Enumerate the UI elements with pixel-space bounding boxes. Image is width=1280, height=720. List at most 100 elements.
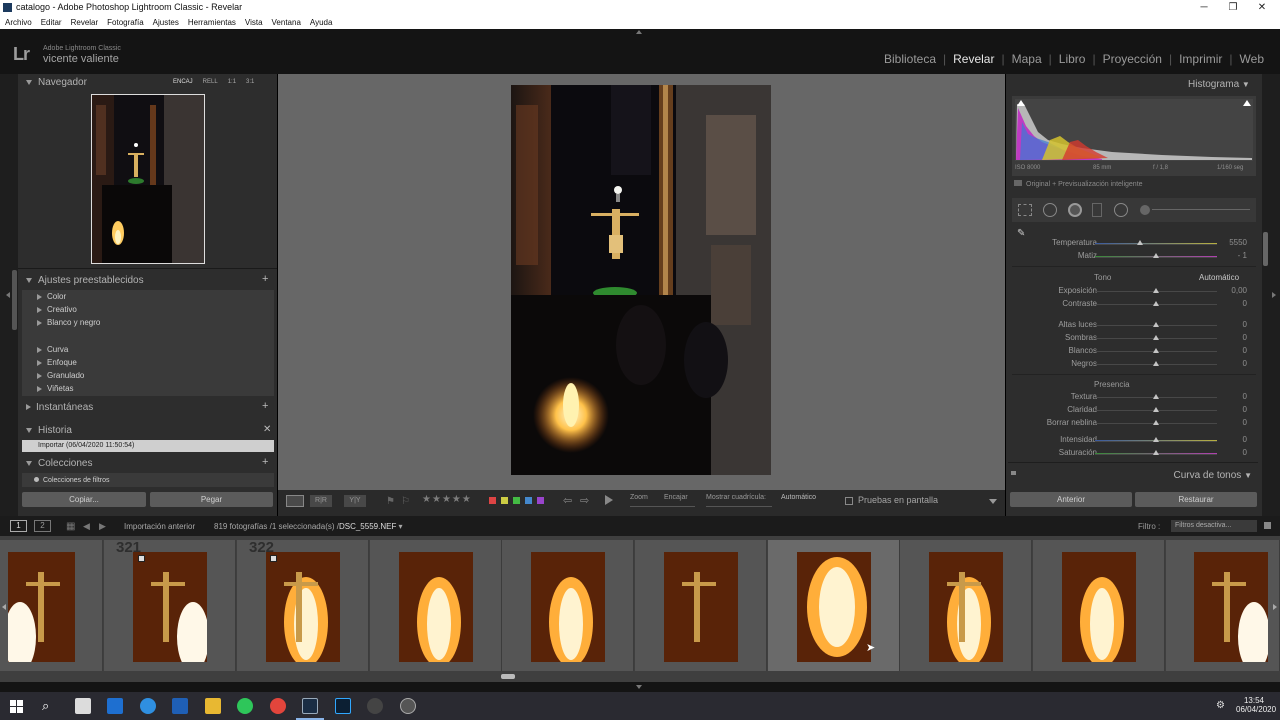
photoshop-taskbar-icon[interactable] [335, 698, 351, 714]
mail-icon[interactable] [107, 698, 123, 714]
grid-dropdown[interactable]: Automático [781, 494, 816, 501]
top-panel-toggle-icon[interactable] [636, 30, 642, 34]
filmstrip-thumbnail[interactable] [1062, 552, 1136, 662]
main-window-button[interactable]: 1 [10, 520, 27, 532]
filmstrip-thumbnail[interactable] [664, 552, 738, 662]
collection-filters[interactable]: Colecciones de filtros [34, 477, 110, 484]
reject-flag-icon[interactable]: ⚐ [401, 496, 410, 507]
menu-item-herramientas[interactable]: Herramientas [188, 18, 236, 27]
second-window-button[interactable]: 2 [34, 520, 51, 532]
preset-group-vinetas[interactable]: Viñetas [37, 384, 74, 393]
whatsapp-icon[interactable] [237, 698, 253, 714]
slider-value[interactable]: 0,00 [1231, 286, 1247, 295]
label-yellow[interactable] [501, 497, 508, 504]
filmstrip-thumbnail[interactable] [1194, 552, 1268, 662]
slider-tone2-3[interactable]: Negros 0 [1012, 359, 1256, 371]
main-photo[interactable] [511, 85, 771, 475]
file-explorer-icon[interactable] [205, 698, 221, 714]
slider-presence2-0[interactable]: Intensidad 0 [1012, 435, 1256, 447]
selected-filename[interactable]: DSC_5559.NEF [339, 522, 396, 531]
filmstrip-left-icon[interactable] [2, 604, 6, 610]
slider-value[interactable]: 0 [1243, 299, 1247, 308]
slider-knob[interactable] [1153, 322, 1159, 327]
auto-tone-button[interactable]: Automático [1199, 273, 1239, 282]
histogram[interactable] [1012, 96, 1256, 176]
zoom-slider[interactable] [630, 506, 695, 507]
histogram-header[interactable]: Histograma ▼ [1188, 79, 1250, 90]
chrome-icon[interactable] [270, 698, 286, 714]
slider-value[interactable]: 0 [1243, 392, 1247, 401]
star-rating[interactable]: ★ ★ ★ ★ ★ [422, 494, 471, 505]
menu-item-ayuda[interactable]: Ayuda [310, 18, 333, 27]
app-icon-circle[interactable] [400, 698, 416, 714]
slider-value[interactable]: 0 [1243, 435, 1247, 444]
slider-value[interactable]: 0 [1243, 346, 1247, 355]
right-scrollbar[interactable] [1263, 232, 1268, 266]
history-header[interactable]: Historia [26, 425, 72, 436]
preset-group-creativo[interactable]: Creativo [37, 305, 77, 314]
slider-knob[interactable] [1153, 437, 1159, 442]
module-web[interactable]: Web [1238, 52, 1266, 66]
star-3-icon[interactable]: ★ [442, 494, 451, 505]
slider-presence2-1[interactable]: Saturación 0 [1012, 448, 1256, 460]
network-icon[interactable]: ⚙ [1216, 700, 1225, 711]
filter-dropdown[interactable]: Filtros desactiva... [1171, 520, 1257, 532]
slider-knob[interactable] [1153, 394, 1159, 399]
zoom-3-1[interactable]: 3:1 [246, 79, 254, 85]
adjustment-brush-icon[interactable] [1140, 205, 1150, 215]
edge-browser-icon[interactable] [140, 698, 156, 714]
module-proyeccion[interactable]: Proyección [1101, 52, 1164, 66]
panel-switch-icon[interactable] [1011, 471, 1016, 475]
slider-knob[interactable] [1153, 335, 1159, 340]
grid-slider[interactable] [706, 506, 772, 507]
slider-knob[interactable] [1153, 407, 1159, 412]
loupe-view-icon[interactable] [286, 495, 304, 507]
filmstrip-thumbnail[interactable] [797, 552, 871, 662]
bottom-panel-toggle-icon[interactable] [636, 685, 642, 689]
play-slideshow-icon[interactable] [605, 495, 613, 505]
label-blue[interactable] [525, 497, 532, 504]
slider-value[interactable]: 0 [1243, 320, 1247, 329]
left-panel-toggle-icon[interactable] [6, 292, 10, 298]
next-photo-icon[interactable]: ⇨ [580, 494, 589, 507]
clock[interactable]: 13:54 06/04/2020 [1236, 696, 1276, 714]
spot-removal-icon[interactable] [1043, 203, 1057, 217]
slider-tone2-1[interactable]: Sombras 0 [1012, 333, 1256, 345]
filmstrip-thumbnail[interactable] [8, 552, 75, 662]
module-libro[interactable]: Libro [1057, 52, 1088, 66]
slider-tone-0[interactable]: Exposición 0,00 [1012, 286, 1256, 298]
filmstrip-thumbnail[interactable] [133, 552, 207, 662]
label-purple[interactable] [537, 497, 544, 504]
preset-group-granulado[interactable]: Granulado [37, 371, 84, 380]
maximize-button[interactable]: ❐ [1221, 1, 1245, 14]
filmstrip-forward-icon[interactable]: ▶ [99, 521, 106, 532]
label-green[interactable] [513, 497, 520, 504]
zoom-fill[interactable]: RELL [203, 79, 218, 85]
filmstrip-back-icon[interactable]: ◀ [83, 521, 90, 532]
snapshots-header[interactable]: Instantáneas [26, 402, 93, 413]
navigator-preview[interactable] [91, 94, 205, 264]
grid-view-icon[interactable]: ▦ [66, 521, 75, 532]
add-collection-icon[interactable]: + [262, 456, 268, 468]
star-1-icon[interactable]: ★ [422, 494, 431, 505]
softproof-checkbox[interactable] [845, 497, 853, 505]
copy-button[interactable]: Copiar... [22, 492, 146, 507]
app-icon-blue[interactable] [172, 698, 188, 714]
collections-header[interactable]: Colecciones [26, 458, 92, 469]
slider-value[interactable]: 0 [1243, 359, 1247, 368]
slider-value[interactable]: 0 [1243, 448, 1247, 457]
filmstrip-thumbnail[interactable] [531, 552, 605, 662]
slider-wb-0[interactable]: Temperatura 5550 [1012, 238, 1256, 250]
reset-button[interactable]: Restaurar [1135, 492, 1257, 507]
close-button[interactable]: ✕ [1250, 1, 1274, 14]
menu-item-fotografia[interactable]: Fotografía [107, 18, 143, 27]
source-label[interactable]: Importación anterior [124, 522, 195, 531]
module-biblioteca[interactable]: Biblioteca [882, 52, 938, 66]
label-red[interactable] [489, 497, 496, 504]
slider-knob[interactable] [1153, 253, 1159, 258]
slider-presence-0[interactable]: Textura 0 [1012, 392, 1256, 404]
left-panel-edge[interactable] [0, 74, 18, 516]
filmstrip-thumbnail[interactable] [929, 552, 1003, 662]
menu-item-editar[interactable]: Editar [41, 18, 62, 27]
slider-knob[interactable] [1153, 348, 1159, 353]
